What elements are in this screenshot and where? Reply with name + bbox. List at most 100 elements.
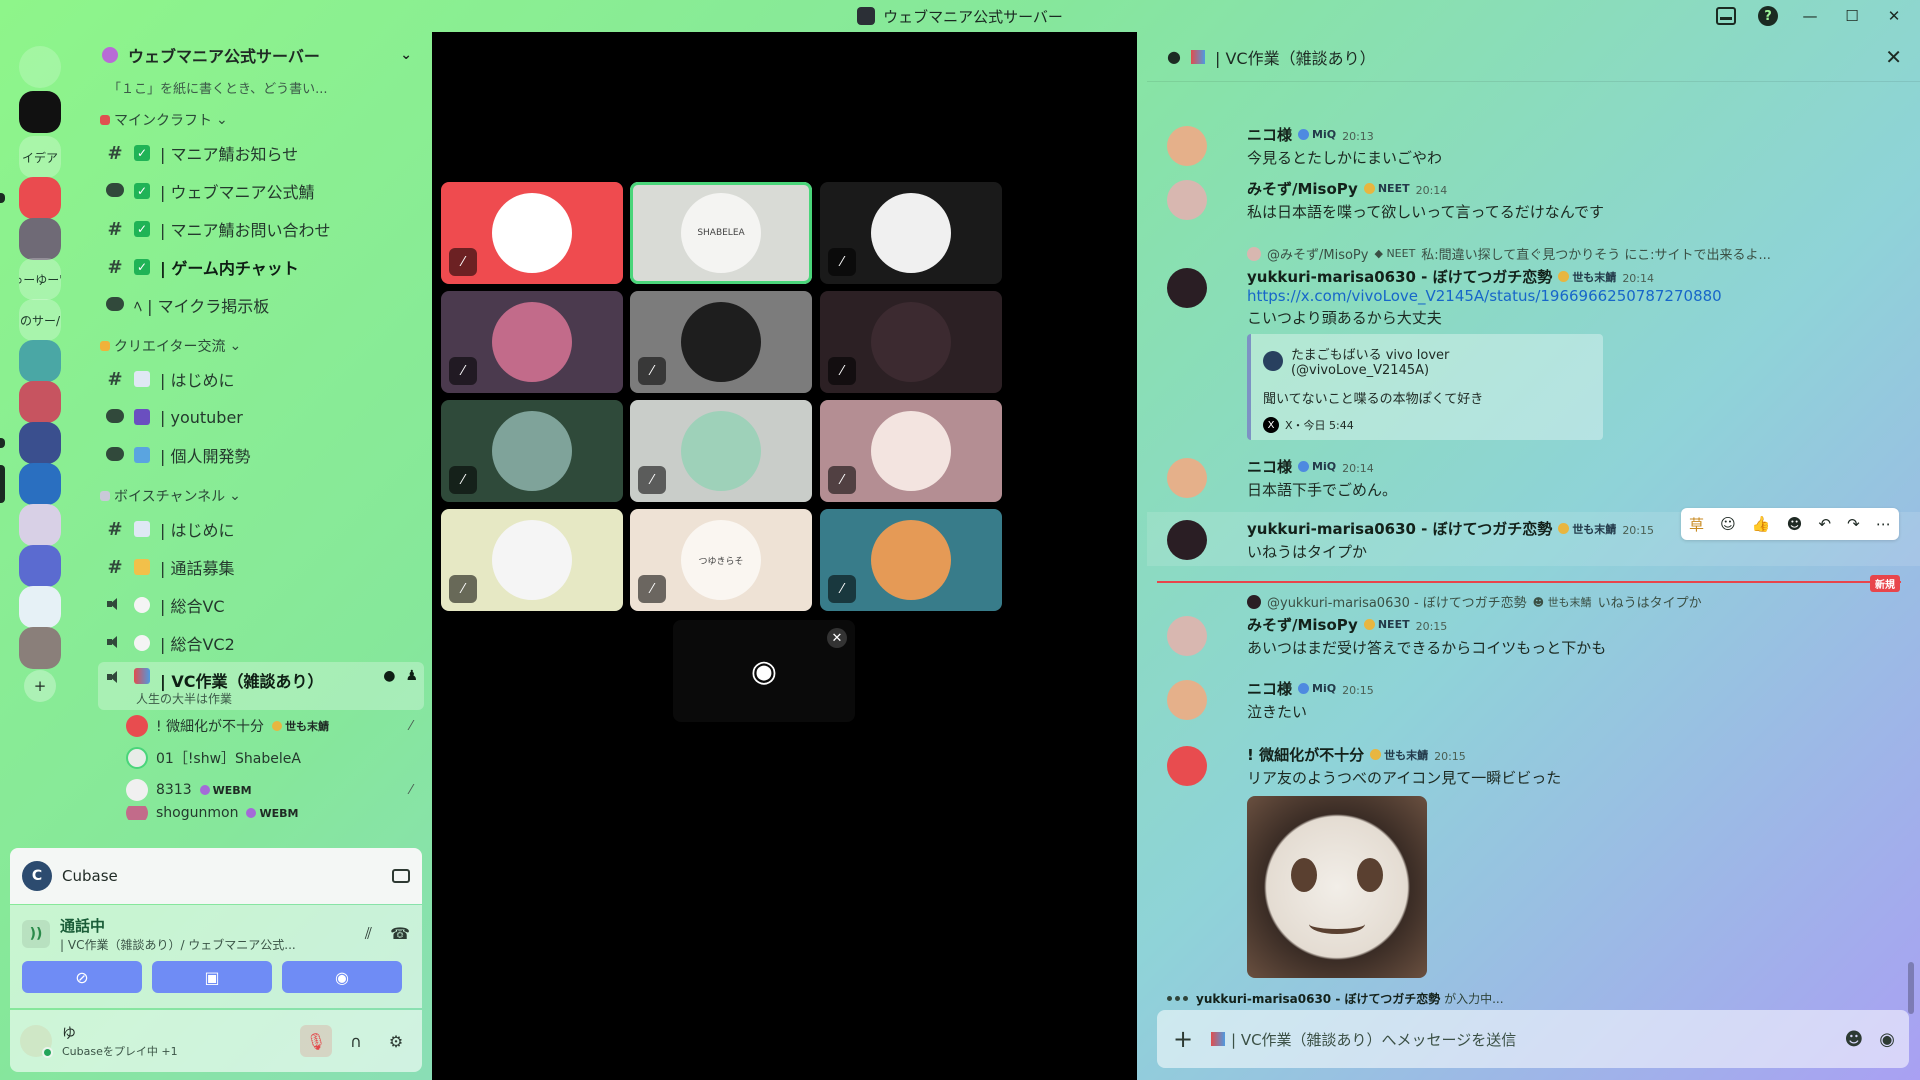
- author-name[interactable]: ニコ様: [1247, 126, 1292, 144]
- image-attachment[interactable]: [1247, 796, 1427, 978]
- tile-dots[interactable]: ⁄: [630, 291, 812, 393]
- server-icon-3[interactable]: イデア: [19, 136, 61, 178]
- server-icon-1[interactable]: [19, 46, 61, 88]
- activity-panel[interactable]: C Cubase: [10, 848, 422, 904]
- signal-icon[interactable]: )): [22, 920, 50, 948]
- avatar[interactable]: [1167, 680, 1207, 720]
- tile-hood[interactable]: ⁄: [820, 291, 1002, 393]
- scrollbar[interactable]: [1908, 962, 1914, 1014]
- tile-discord-red[interactable]: ⁄: [441, 182, 623, 284]
- avatar[interactable]: [1167, 746, 1207, 786]
- server-icon-15[interactable]: [19, 627, 61, 669]
- minimize-button[interactable]: —: [1792, 0, 1828, 32]
- activity-button[interactable]: ◉: [282, 961, 402, 993]
- help-button[interactable]: ?: [1750, 0, 1786, 32]
- reaction-1-icon[interactable]: 草: [1689, 514, 1704, 535]
- voice-member[interactable]: 8313 WEBM ⁄: [126, 774, 422, 806]
- reply-preview[interactable]: @みそず/MisoPy ◆ NEET 私:間違い探して直ぐ見つかりそう にこ:サ…: [1247, 244, 1771, 263]
- voice-channel-path[interactable]: | VC作業（雑談あり）/ ウェブマニア公式...: [60, 936, 296, 953]
- avatar[interactable]: [1167, 616, 1207, 656]
- deafen-button[interactable]: ∩: [340, 1025, 372, 1057]
- tile-orange-hair[interactable]: ⁄: [820, 509, 1002, 611]
- reply-icon[interactable]: ↶: [1818, 515, 1831, 533]
- tile-smile[interactable]: ⁄: [441, 509, 623, 611]
- voice-member[interactable]: shogunmon WEBM: [126, 806, 422, 820]
- server-icon-6[interactable]: ゅーゆー's: [19, 258, 61, 300]
- category-voice[interactable]: ボイスチャンネル ⌄: [100, 486, 432, 506]
- server-icon-13[interactable]: [19, 545, 61, 587]
- server-icon-8[interactable]: [19, 340, 61, 382]
- tile-shabelea[interactable]: SHABELEA: [630, 182, 812, 284]
- avatar[interactable]: [1167, 180, 1207, 220]
- user-name[interactable]: ゆ: [62, 1023, 178, 1043]
- channel-call-recruit[interactable]: # | 通話募集: [98, 548, 424, 586]
- reaction-2-icon[interactable]: ☺: [1720, 515, 1736, 533]
- author-name[interactable]: yukkuri-marisa0630 - ぼけてつガチ恋勢: [1247, 268, 1552, 286]
- stream-icon[interactable]: [392, 869, 410, 883]
- avatar[interactable]: [1167, 520, 1207, 560]
- forward-icon[interactable]: ↷: [1847, 515, 1860, 533]
- inbox-button[interactable]: [1708, 0, 1744, 32]
- avatar[interactable]: [1167, 268, 1207, 308]
- server-icon-9[interactable]: [19, 381, 61, 423]
- category-minecraft[interactable]: マインクラフト ⌄: [100, 110, 432, 130]
- server-icon-2[interactable]: [19, 91, 61, 133]
- noise-suppression-icon[interactable]: ⫽: [365, 924, 372, 944]
- close-window-button[interactable]: ✕: [1876, 0, 1912, 32]
- tile-pink-girl[interactable]: ⁄: [441, 291, 623, 393]
- add-server-button[interactable]: +: [24, 670, 56, 702]
- channel-voice-intro[interactable]: # | はじめに: [98, 510, 424, 548]
- voice-status[interactable]: 通話中: [60, 915, 296, 936]
- channel-intro[interactable]: # | はじめに: [98, 360, 424, 398]
- category-creator[interactable]: クリエイター交流 ⌄: [100, 336, 432, 356]
- add-member-icon[interactable]: ♟: [405, 668, 418, 684]
- tile-catgirl[interactable]: ⁄: [820, 182, 1002, 284]
- tile-drawing[interactable]: つゆきらそ ⁄: [630, 509, 812, 611]
- author-name[interactable]: ニコ様: [1247, 680, 1292, 698]
- channel-indie-dev[interactable]: | 個人開発勢: [98, 436, 424, 474]
- avatar[interactable]: [1167, 458, 1207, 498]
- tile-green-hair[interactable]: ⁄: [630, 400, 812, 502]
- server-icon-11[interactable]: [19, 463, 61, 505]
- add-attachment-icon[interactable]: +: [1171, 1025, 1195, 1053]
- more-icon[interactable]: ⋯: [1876, 515, 1891, 533]
- channel-mania-contact[interactable]: # ✓ | マニア鯖お問い合わせ: [98, 210, 424, 248]
- thumbs-up-icon[interactable]: 👍: [1752, 515, 1771, 533]
- server-icon-12[interactable]: [19, 504, 61, 546]
- link-embed[interactable]: たまごもばいる vivo lover (@vivoLove_V2145A) 聞い…: [1247, 334, 1603, 440]
- screen-share-button[interactable]: ▣: [152, 961, 272, 993]
- close-icon[interactable]: ✕: [827, 628, 847, 648]
- tile-cat-ears[interactable]: ⁄: [820, 400, 1002, 502]
- avatar[interactable]: [20, 1025, 53, 1058]
- author-name[interactable]: みそず/MisoPy: [1247, 616, 1358, 634]
- server-header[interactable]: ウェブマニア公式サーバー ⌄: [80, 32, 432, 78]
- maximize-button[interactable]: ☐: [1834, 0, 1870, 32]
- channel-general-vc[interactable]: | 総合VC: [98, 586, 424, 624]
- embed-author[interactable]: たまごもばいる vivo lover (@vivoLove_V2145A): [1291, 344, 1591, 378]
- channel-youtuber[interactable]: | youtuber: [98, 398, 424, 436]
- author-name[interactable]: ! 微細化が不十分: [1247, 746, 1364, 764]
- channel-vc-work[interactable]: | VC作業（雑談あり） 人生の大半は作業 ● ♟: [98, 662, 424, 710]
- server-icon-7[interactable]: のサー/: [19, 299, 61, 341]
- settings-button[interactable]: ⚙: [380, 1025, 412, 1057]
- channel-mania-news[interactable]: # ✓ | マニア鯖お知らせ: [98, 134, 424, 172]
- message-composer[interactable]: + | VC作業（雑談あり）へメッセージを送信 ☻ ◉: [1157, 1010, 1909, 1068]
- author-name[interactable]: ニコ様: [1247, 458, 1292, 476]
- emoji-icon[interactable]: ☻: [1845, 1029, 1864, 1050]
- gamepad-icon[interactable]: ◉: [1879, 1029, 1895, 1050]
- reply-preview[interactable]: @yukkuri-marisa0630 - ぼけてつガチ恋勢 ☻ 世も末鯖 いね…: [1247, 592, 1702, 611]
- channel-mc-board[interactable]: ﾍ | マイクラ掲示板: [98, 286, 424, 324]
- author-name[interactable]: yukkuri-marisa0630 - ぼけてつガチ恋勢: [1247, 520, 1552, 538]
- add-reaction-icon[interactable]: ☻: [1787, 515, 1803, 533]
- server-icon-10[interactable]: [19, 422, 61, 464]
- voice-member[interactable]: 01［!shw］ShabeleA: [126, 742, 422, 774]
- server-icon-4[interactable]: [19, 177, 61, 219]
- channel-general-vc2[interactable]: | 総合VC2: [98, 624, 424, 662]
- activity-tile[interactable]: ◉ ✕: [673, 620, 855, 722]
- tile-green[interactable]: ⁄: [441, 400, 623, 502]
- voice-member[interactable]: ! 微細化が不十分 世も末鯖 ⁄: [126, 710, 422, 742]
- avatar[interactable]: [1167, 126, 1207, 166]
- disconnect-icon[interactable]: ☎: [390, 924, 410, 944]
- chat-bubble-icon[interactable]: ●: [383, 668, 395, 684]
- close-icon[interactable]: ✕: [1885, 45, 1902, 69]
